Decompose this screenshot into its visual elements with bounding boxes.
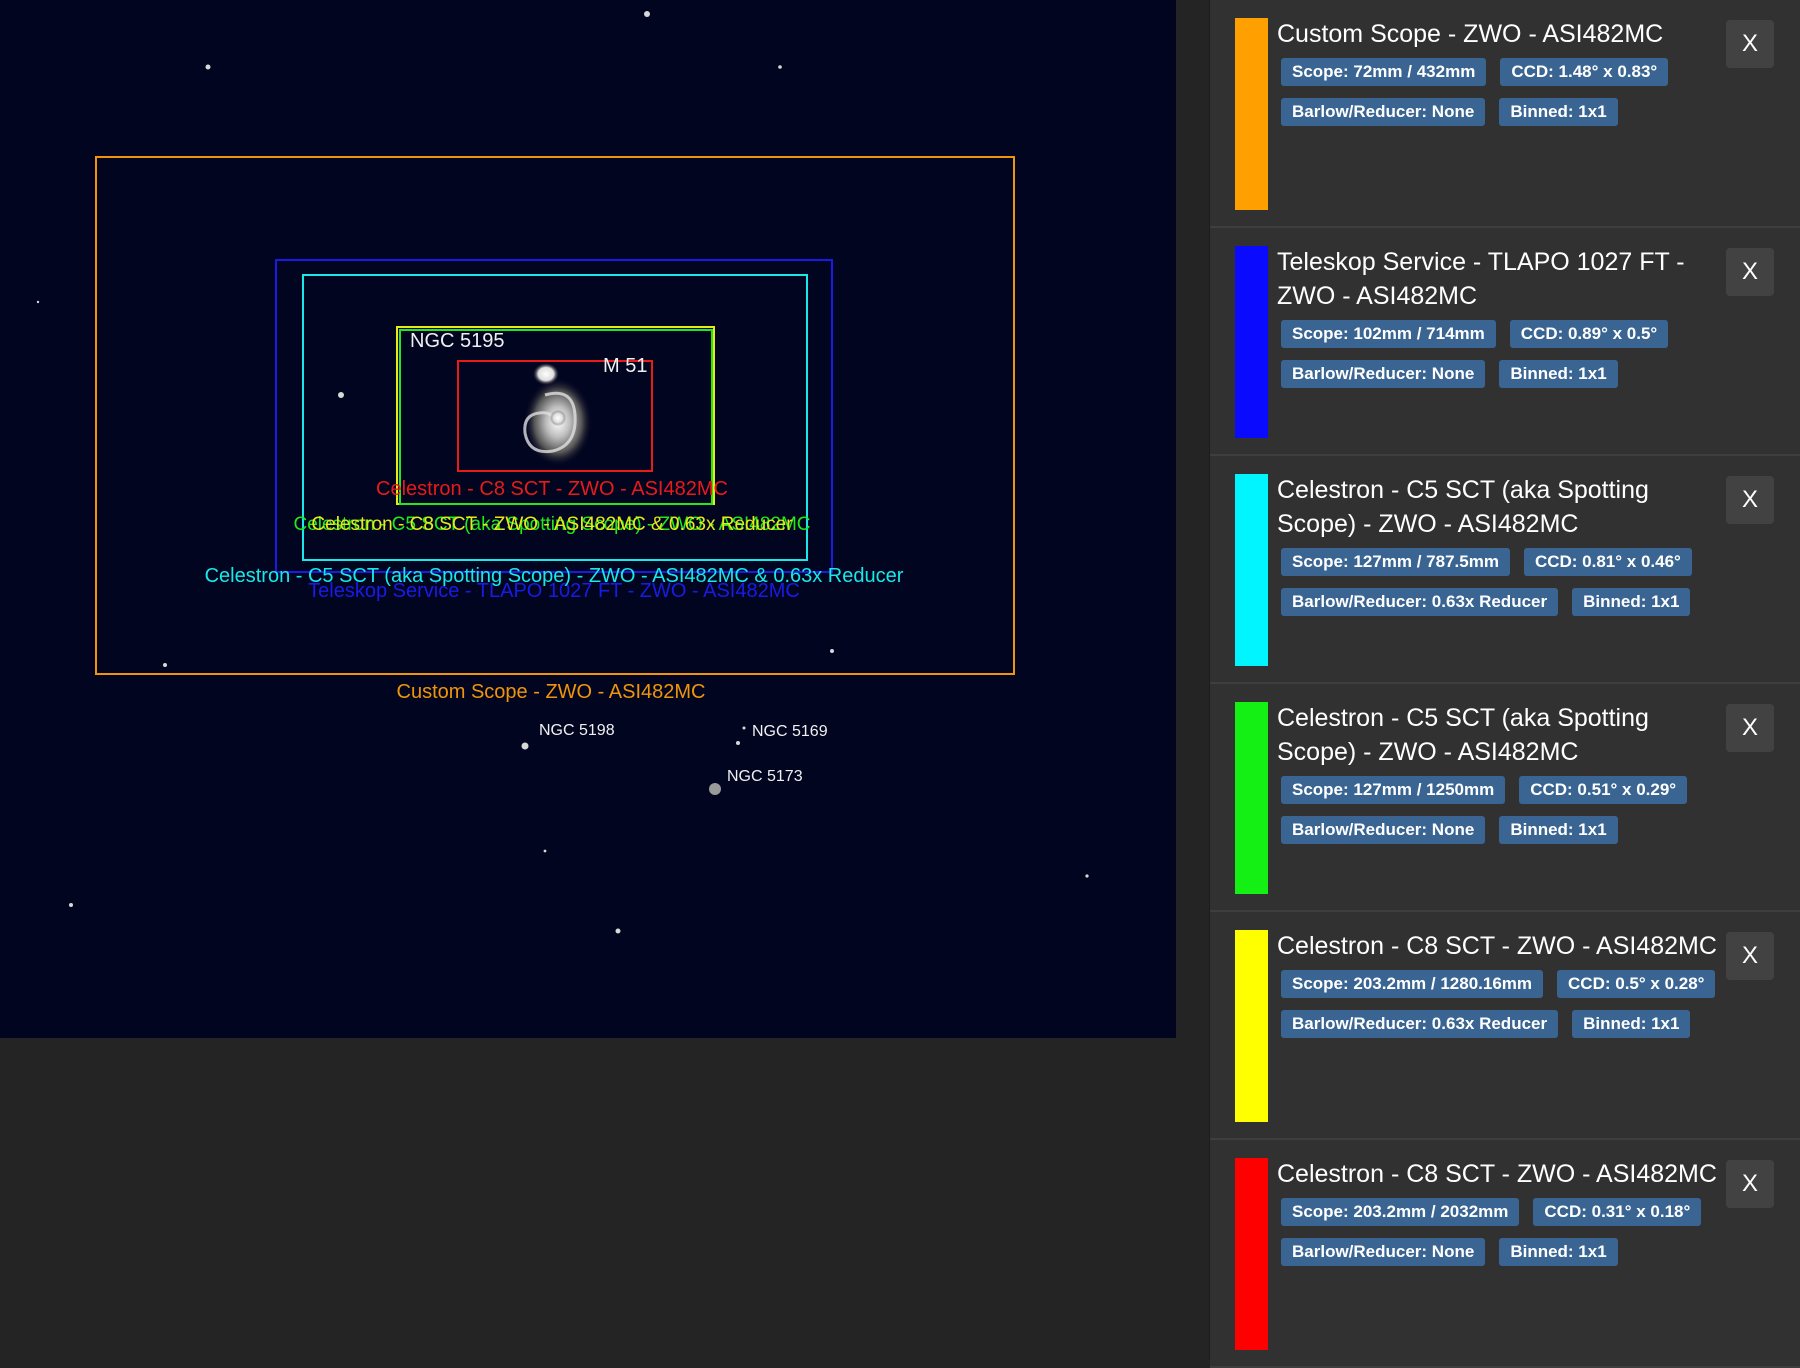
color-swatch xyxy=(1235,930,1268,1122)
fov-overlay: NGC 5195 M 51 NGC 5198 NGC 5169 NGC 5173… xyxy=(36,11,1089,934)
binned-badge: Binned: 1x1 xyxy=(1499,360,1618,388)
badge-group: Scope: 127mm / 787.5mm CCD: 0.81° x 0.46… xyxy=(1281,548,1741,628)
equipment-title: Custom Scope - ZWO - ASI482MC xyxy=(1277,20,1664,48)
equipment-card: Teleskop Service - TLAPO 1027 FT - ZWO -… xyxy=(1210,228,1800,456)
barlow-badge: Barlow/Reducer: None xyxy=(1281,1238,1486,1266)
binned-badge: Binned: 1x1 xyxy=(1572,1010,1691,1038)
fov-label-c8: Celestron - C8 SCT - ZWO - ASI482MC xyxy=(376,478,728,500)
fov-label-custom: Custom Scope - ZWO - ASI482MC xyxy=(397,681,706,703)
equipment-card: Celestron - C8 SCT - ZWO - ASI482MC X Sc… xyxy=(1210,912,1800,1140)
star-field xyxy=(36,11,1089,934)
label-ngc5169: NGC 5169 xyxy=(752,723,828,740)
equipment-card: Celestron - C5 SCT (aka Spotting Scope) … xyxy=(1210,684,1800,912)
scope-badge: Scope: 203.2mm / 2032mm xyxy=(1281,1198,1520,1226)
equipment-card: Celestron - C5 SCT (aka Spotting Scope) … xyxy=(1210,456,1800,684)
color-swatch xyxy=(1235,474,1268,666)
binned-badge: Binned: 1x1 xyxy=(1499,1238,1618,1266)
equipment-panel: Custom Scope - ZWO - ASI482MC X Scope: 7… xyxy=(1209,0,1800,1368)
barlow-badge: Barlow/Reducer: 0.63x Reducer xyxy=(1281,1010,1559,1038)
badge-group: Scope: 102mm / 714mm CCD: 0.89° x 0.5° B… xyxy=(1281,320,1741,400)
remove-button[interactable]: X xyxy=(1726,248,1774,296)
equipment-card: Celestron - C8 SCT - ZWO - ASI482MC X Sc… xyxy=(1210,1140,1800,1368)
ccd-badge: CCD: 0.81° x 0.46° xyxy=(1523,548,1692,576)
binned-badge: Binned: 1x1 xyxy=(1572,588,1691,616)
fov-label-c5-reducer: Celestron - C5 SCT (aka Spotting Scope) … xyxy=(205,565,904,587)
label-m51: M 51 xyxy=(603,355,647,377)
equipment-title: Celestron - C5 SCT (aka Spotting Scope) … xyxy=(1277,704,1649,766)
label-ngc5173: NGC 5173 xyxy=(727,768,803,785)
ccd-badge: CCD: 0.89° x 0.5° xyxy=(1509,320,1669,348)
scope-badge: Scope: 127mm / 787.5mm xyxy=(1281,548,1510,576)
barlow-badge: Barlow/Reducer: None xyxy=(1281,98,1486,126)
scope-badge: Scope: 72mm / 432mm xyxy=(1281,58,1487,86)
remove-button[interactable]: X xyxy=(1726,704,1774,752)
equipment-title: Celestron - C5 SCT (aka Spotting Scope) … xyxy=(1277,476,1649,538)
ccd-badge: CCD: 0.31° x 0.18° xyxy=(1533,1198,1702,1226)
binned-badge: Binned: 1x1 xyxy=(1499,98,1618,126)
ccd-badge: CCD: 0.5° x 0.28° xyxy=(1557,970,1716,998)
color-swatch xyxy=(1235,246,1268,438)
badge-group: Scope: 203.2mm / 1280.16mm CCD: 0.5° x 0… xyxy=(1281,970,1741,1050)
color-swatch xyxy=(1235,1158,1268,1350)
color-swatch xyxy=(1235,702,1268,894)
barlow-badge: Barlow/Reducer: None xyxy=(1281,816,1486,844)
remove-button[interactable]: X xyxy=(1726,476,1774,524)
equipment-title: Celestron - C8 SCT - ZWO - ASI482MC xyxy=(1277,1160,1717,1188)
scope-badge: Scope: 203.2mm / 1280.16mm xyxy=(1281,970,1544,998)
badge-group: Scope: 72mm / 432mm CCD: 1.48° x 0.83° B… xyxy=(1281,58,1741,138)
equipment-card: Custom Scope - ZWO - ASI482MC X Scope: 7… xyxy=(1210,0,1800,228)
label-ngc5198: NGC 5198 xyxy=(539,722,615,739)
label-ngc5195: NGC 5195 xyxy=(410,330,505,352)
ccd-badge: CCD: 1.48° x 0.83° xyxy=(1500,58,1669,86)
ccd-badge: CCD: 0.51° x 0.29° xyxy=(1519,776,1688,804)
color-swatch xyxy=(1235,18,1268,210)
fov-label-c8-reducer: Celestron - C8 SCT - ZWO - ASI482MC & 0.… xyxy=(311,514,793,535)
galaxy-image xyxy=(523,363,592,466)
barlow-badge: Barlow/Reducer: 0.63x Reducer xyxy=(1281,588,1559,616)
barlow-badge: Barlow/Reducer: None xyxy=(1281,360,1486,388)
sky-view[interactable]: NGC 5195 M 51 NGC 5198 NGC 5169 NGC 5173… xyxy=(0,0,1176,1038)
binned-badge: Binned: 1x1 xyxy=(1499,816,1618,844)
scope-badge: Scope: 127mm / 1250mm xyxy=(1281,776,1506,804)
equipment-title: Celestron - C8 SCT - ZWO - ASI482MC xyxy=(1277,932,1717,960)
equipment-title: Teleskop Service - TLAPO 1027 FT - ZWO -… xyxy=(1277,248,1685,310)
badge-group: Scope: 203.2mm / 2032mm CCD: 0.31° x 0.1… xyxy=(1281,1198,1741,1278)
badge-group: Scope: 127mm / 1250mm CCD: 0.51° x 0.29°… xyxy=(1281,776,1741,856)
scope-badge: Scope: 102mm / 714mm xyxy=(1281,320,1496,348)
